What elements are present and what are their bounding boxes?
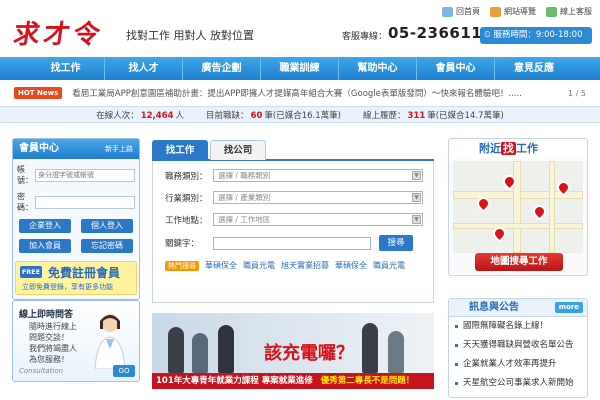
sitemap-link[interactable]: 網站導覽: [490, 6, 536, 17]
hotline-number: 05-2366111: [388, 24, 494, 42]
dropdown-arrow-icon: ▼: [412, 171, 421, 180]
online-qa-title: 線上即時問答: [19, 310, 74, 320]
password-label: 密碼：: [17, 192, 33, 212]
free-register-banner[interactable]: FREE 免費註冊會員 立即免費登錄，享有更多功能: [15, 261, 137, 295]
password-row: 密碼：: [17, 191, 135, 213]
person-figure: [388, 331, 404, 373]
person-figure: [168, 327, 184, 373]
map-canvas[interactable]: [453, 161, 583, 253]
forgot-password-button[interactable]: 忘記密碼: [81, 239, 133, 253]
ticker-text[interactable]: 看屆工業局APP創意園區補助計畫：提出APP即擁人才提媒高年組合大賽（Googl…: [72, 87, 560, 99]
account-label: 帳號：: [17, 165, 33, 185]
free-register-subtitle: 立即免費登錄，享有更多功能: [22, 283, 113, 291]
site-header: 求才令 找對工作 用對人 放對位置 回首頁 網站導覽 線上客服 客服專線： 05…: [0, 0, 600, 56]
service-hours: ⏲ 服務時間：9:00-18:00: [480, 27, 592, 44]
account-row: 帳號：: [17, 164, 135, 186]
location-row: 工作地點： 選擇 / 工作地區 ▼: [165, 213, 427, 226]
news-title: 訊息與公告 more: [449, 299, 587, 317]
newbie-link[interactable]: 新手上路: [105, 139, 133, 159]
nearby-jobs-map: 附近找工作 地圖搜尋工作: [448, 138, 588, 276]
free-register-title: 免費註冊會員: [48, 266, 121, 280]
industry-select[interactable]: 選擇 / 產業類別 ▼: [213, 191, 423, 204]
dropdown-arrow-icon: ▼: [412, 193, 421, 202]
job-category-select[interactable]: 選擇 / 職務類別 ▼: [213, 169, 423, 182]
company-login-button[interactable]: 企業登入: [19, 219, 71, 233]
site-slogan: 找對工作 用對人 放對位置: [126, 29, 254, 42]
search-button[interactable]: 搜尋: [379, 235, 413, 251]
nav-find-talent[interactable]: 找人才: [105, 57, 183, 80]
service-agent-image: [94, 314, 126, 369]
hot-news-badge: HOT News: [14, 87, 63, 99]
stat-resumes: 線上履歷： 311 筆(已媒合14.7萬筆): [362, 110, 504, 121]
hot-term[interactable]: 職員光電: [243, 260, 275, 271]
location-select[interactable]: 選擇 / 工作地區 ▼: [213, 213, 423, 226]
hot-term[interactable]: 旭天實業招募: [281, 260, 329, 271]
search-tabs: 找工作 找公司: [152, 140, 434, 161]
news-ticker: HOT News 看屆工業局APP創意園區補助計畫：提出APP即擁人才提媒高年組…: [14, 84, 586, 102]
hot-term[interactable]: 華碩保全: [335, 260, 367, 271]
nav-member-center[interactable]: 會員中心: [417, 57, 495, 80]
chat-icon: [546, 6, 557, 17]
map-title: 附近找工作: [449, 139, 587, 159]
nav-help-center[interactable]: 幫助中心: [339, 57, 417, 80]
stat-online: 在線人次： 12,464 人: [96, 110, 185, 121]
keyword-input[interactable]: [213, 236, 371, 250]
keyword-row: 關鍵字： 搜尋: [165, 235, 427, 251]
nav-job-training[interactable]: 職業訓練: [261, 57, 339, 80]
site-logo[interactable]: 求才令: [11, 14, 106, 51]
map-pin-icon[interactable]: [530, 202, 549, 221]
online-qa-box[interactable]: 線上即時問答 隨時進行線上 問題交談！ 我們將竭盡人 為您服務！ Consultati…: [12, 300, 140, 382]
ticker-page: 1 / 5: [568, 88, 586, 98]
banner-headline: 該充電囉？: [264, 343, 354, 364]
member-panel: 會員中心新手上路 帳號： 密碼： 企業登入 個人登入 加入會員 忘記密碼 FRE…: [12, 138, 140, 300]
personal-login-button[interactable]: 個人登入: [81, 219, 133, 233]
tab-find-company[interactable]: 找公司: [210, 140, 266, 160]
news-item[interactable]: 天星航空公司事業求人新開始: [449, 374, 587, 393]
account-input[interactable]: [35, 168, 135, 182]
online-qa-desc: 隨時進行線上 問題交談！ 我們將竭盡人 為您服務！: [29, 322, 77, 364]
hot-term[interactable]: 華碩保全: [205, 260, 237, 271]
consultation-label: Consultation: [19, 367, 64, 375]
banner-caption: 101年大專青年就業力課程 專案就業進修 優秀第二專長不是問題！: [152, 373, 434, 389]
person-figure: [362, 323, 378, 373]
person-figure: [192, 333, 208, 373]
go-button[interactable]: GO: [113, 365, 135, 377]
password-input[interactable]: [35, 195, 135, 209]
nav-ad-planning[interactable]: 廣告企劃: [183, 57, 261, 80]
person-figure: [218, 325, 234, 373]
job-category-row: 職務類別： 選擇 / 職務類別 ▼: [165, 169, 427, 182]
nav-feedback[interactable]: 意見反應: [495, 57, 573, 80]
stats-bar: 在線人次： 12,464 人 目前職缺： 60 筆(已媒合16.1萬筆) 線上履歷： 31…: [0, 106, 600, 123]
main-nav: 找工作 找人才 廣告企劃 職業訓練 幫助中心 會員中心 意見反應: [0, 57, 600, 80]
map-search-button[interactable]: 地圖搜尋工作: [475, 253, 563, 271]
industry-row: 行業類別： 選擇 / 產業類別 ▼: [165, 191, 427, 204]
stat-openings: 目前職缺： 60 筆(已媒合16.1萬筆): [206, 110, 341, 121]
hot-search-label: 熱門搜尋: [165, 260, 199, 271]
search-form: 職務類別： 選擇 / 職務類別 ▼ 行業類別： 選擇 / 產業類別 ▼ 工作地點： …: [152, 161, 434, 303]
map-panel: 附近找工作 地圖搜尋工作: [448, 138, 588, 276]
nav-find-job[interactable]: 找工作: [27, 57, 105, 80]
training-banner[interactable]: 該充電囉？ 101年大專青年就業力課程 專案就業進修 優秀第二專長不是問題！: [152, 313, 434, 389]
hot-search-terms: 熱門搜尋 華碩保全 職員光電 旭天實業招募 華碩保全 職員光電: [165, 260, 427, 271]
news-item[interactable]: 企業就業人才效率再提升: [449, 355, 587, 374]
join-member-button[interactable]: 加入會員: [19, 239, 71, 253]
dropdown-arrow-icon: ▼: [412, 215, 421, 224]
sitemap-icon: [490, 6, 501, 17]
free-tag: FREE: [20, 266, 42, 278]
news-item[interactable]: 天天獲得職缺與營收名單公告: [449, 336, 587, 355]
home-link[interactable]: 回首頁: [442, 6, 480, 17]
home-icon: [442, 6, 453, 17]
member-login-box: 會員中心新手上路 帳號： 密碼： 企業登入 個人登入 加入會員 忘記密碼 FRE…: [12, 138, 140, 300]
member-title: 會員中心 新手上路: [13, 139, 139, 159]
news-panel: 訊息與公告 more 國際無障礙名錄上線！ 天天獲得職缺與營收名單公告 企業就業…: [448, 298, 588, 398]
search-panel: 找工作 找公司 職務類別： 選擇 / 職務類別 ▼ 行業類別： 選擇 / 產業類別…: [152, 140, 434, 303]
news-item[interactable]: 國際無障礙名錄上線！: [449, 317, 587, 336]
tab-find-job[interactable]: 找工作: [152, 140, 208, 160]
hotline-label: 客服專線：: [342, 32, 388, 42]
online-service-link[interactable]: 線上客服: [546, 6, 592, 17]
news-more-link[interactable]: more: [554, 302, 583, 313]
top-links: 回首頁 網站導覽 線上客服: [442, 6, 592, 17]
hot-term[interactable]: 職員光電: [373, 260, 405, 271]
